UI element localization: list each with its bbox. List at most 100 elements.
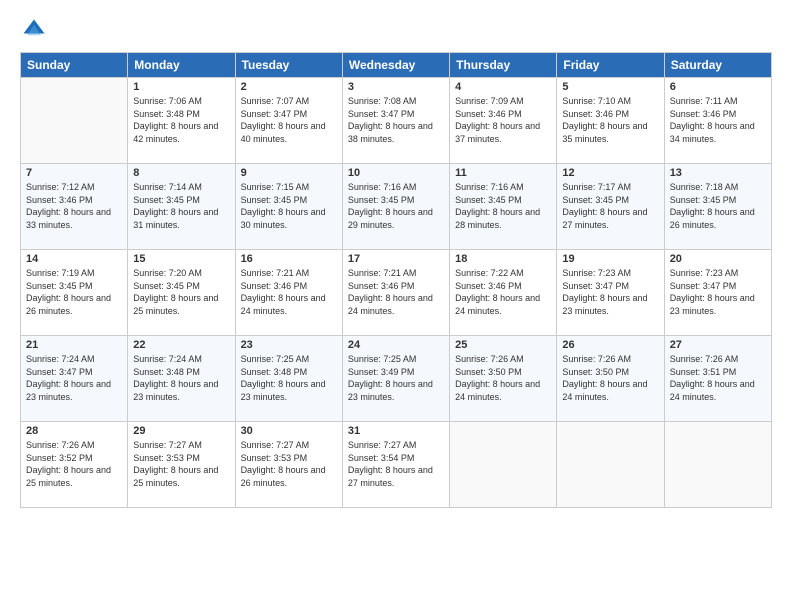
- day-number: 2: [241, 81, 337, 93]
- day-info: Sunrise: 7:21 AM Sunset: 3:46 PM Dayligh…: [348, 267, 444, 317]
- day-number: 27: [670, 339, 766, 351]
- day-info: Sunrise: 7:12 AM Sunset: 3:46 PM Dayligh…: [26, 181, 122, 231]
- day-info: Sunrise: 7:18 AM Sunset: 3:45 PM Dayligh…: [670, 181, 766, 231]
- calendar-day-cell: 14Sunrise: 7:19 AM Sunset: 3:45 PM Dayli…: [21, 250, 128, 336]
- day-number: 24: [348, 339, 444, 351]
- calendar-day-cell: 4 Sunrise: 7:09 AM Sunset: 3:46 PM Daylig…: [450, 78, 557, 164]
- logo: [20, 16, 52, 44]
- calendar-day-cell: 10 Sunrise: 7:16 AM Sunset: 3:45 PM Dayli…: [342, 164, 449, 250]
- logo-icon: [20, 16, 48, 44]
- calendar-day-cell: 18 Sunrise: 7:22 AM Sunset: 3:46 PM Dayli…: [450, 250, 557, 336]
- day-info: Sunrise: 7:07 AM Sunset: 3:47 PM Dayligh…: [241, 95, 337, 145]
- calendar-day-cell: 30 Sunrise: 7:27 AM Sunset: 3:53 PM Dayli…: [235, 422, 342, 508]
- calendar-day-cell: 3 Sunrise: 7:08 AM Sunset: 3:47 PM Daylig…: [342, 78, 449, 164]
- day-info: Sunrise: 7:09 AM Sunset: 3:46 PM Dayligh…: [455, 95, 551, 145]
- day-info: Sunrise: 7:16 AM Sunset: 3:45 PM Dayligh…: [348, 181, 444, 231]
- day-info: Sunrise: 7:26 AM Sunset: 3:50 PM Dayligh…: [562, 353, 658, 403]
- day-info: Sunrise: 7:25 AM Sunset: 3:48 PM Dayligh…: [241, 353, 337, 403]
- day-number: 15: [133, 253, 229, 265]
- calendar-day-cell: 2 Sunrise: 7:07 AM Sunset: 3:47 PM Daylig…: [235, 78, 342, 164]
- calendar-day-cell: 17 Sunrise: 7:21 AM Sunset: 3:46 PM Dayli…: [342, 250, 449, 336]
- day-info: Sunrise: 7:11 AM Sunset: 3:46 PM Dayligh…: [670, 95, 766, 145]
- calendar-day-cell: [664, 422, 771, 508]
- calendar-day-cell: 15 Sunrise: 7:20 AM Sunset: 3:45 PM Dayli…: [128, 250, 235, 336]
- day-number: 6: [670, 81, 766, 93]
- calendar-week-row: 1 Sunrise: 7:06 AM Sunset: 3:48 PM Daylig…: [21, 78, 772, 164]
- weekday-header: Monday: [128, 53, 235, 78]
- day-number: 9: [241, 167, 337, 179]
- weekday-header: Thursday: [450, 53, 557, 78]
- day-info: Sunrise: 7:19 AM Sunset: 3:45 PM Dayligh…: [26, 267, 122, 317]
- calendar-day-cell: 19 Sunrise: 7:23 AM Sunset: 3:47 PM Dayli…: [557, 250, 664, 336]
- day-number: 19: [562, 253, 658, 265]
- header: [20, 16, 772, 44]
- day-number: 11: [455, 167, 551, 179]
- calendar-week-row: 7Sunrise: 7:12 AM Sunset: 3:46 PM Daylig…: [21, 164, 772, 250]
- day-info: Sunrise: 7:27 AM Sunset: 3:54 PM Dayligh…: [348, 439, 444, 489]
- day-info: Sunrise: 7:23 AM Sunset: 3:47 PM Dayligh…: [562, 267, 658, 317]
- calendar-day-cell: 9 Sunrise: 7:15 AM Sunset: 3:45 PM Daylig…: [235, 164, 342, 250]
- day-number: 18: [455, 253, 551, 265]
- calendar-day-cell: [450, 422, 557, 508]
- day-number: 22: [133, 339, 229, 351]
- day-number: 25: [455, 339, 551, 351]
- calendar-day-cell: 1 Sunrise: 7:06 AM Sunset: 3:48 PM Daylig…: [128, 78, 235, 164]
- day-number: 17: [348, 253, 444, 265]
- day-info: Sunrise: 7:24 AM Sunset: 3:47 PM Dayligh…: [26, 353, 122, 403]
- day-info: Sunrise: 7:20 AM Sunset: 3:45 PM Dayligh…: [133, 267, 229, 317]
- page: SundayMondayTuesdayWednesdayThursdayFrid…: [0, 0, 792, 612]
- calendar-day-cell: 7Sunrise: 7:12 AM Sunset: 3:46 PM Daylig…: [21, 164, 128, 250]
- day-info: Sunrise: 7:24 AM Sunset: 3:48 PM Dayligh…: [133, 353, 229, 403]
- calendar-day-cell: 6 Sunrise: 7:11 AM Sunset: 3:46 PM Daylig…: [664, 78, 771, 164]
- calendar-table: SundayMondayTuesdayWednesdayThursdayFrid…: [20, 52, 772, 508]
- day-number: 4: [455, 81, 551, 93]
- day-info: Sunrise: 7:10 AM Sunset: 3:46 PM Dayligh…: [562, 95, 658, 145]
- day-info: Sunrise: 7:26 AM Sunset: 3:52 PM Dayligh…: [26, 439, 122, 489]
- day-number: 26: [562, 339, 658, 351]
- day-number: 28: [26, 425, 122, 437]
- day-number: 30: [241, 425, 337, 437]
- calendar-day-cell: 25 Sunrise: 7:26 AM Sunset: 3:50 PM Dayli…: [450, 336, 557, 422]
- calendar-day-cell: 5Sunrise: 7:10 AM Sunset: 3:46 PM Daylig…: [557, 78, 664, 164]
- calendar-week-row: 14Sunrise: 7:19 AM Sunset: 3:45 PM Dayli…: [21, 250, 772, 336]
- calendar-day-cell: 31Sunrise: 7:27 AM Sunset: 3:54 PM Dayli…: [342, 422, 449, 508]
- calendar-day-cell: [21, 78, 128, 164]
- day-info: Sunrise: 7:27 AM Sunset: 3:53 PM Dayligh…: [133, 439, 229, 489]
- calendar-day-cell: 21 Sunrise: 7:24 AM Sunset: 3:47 PM Dayli…: [21, 336, 128, 422]
- calendar-header-row: SundayMondayTuesdayWednesdayThursdayFrid…: [21, 53, 772, 78]
- day-number: 1: [133, 81, 229, 93]
- calendar-week-row: 28 Sunrise: 7:26 AM Sunset: 3:52 PM Dayli…: [21, 422, 772, 508]
- calendar-day-cell: 8 Sunrise: 7:14 AM Sunset: 3:45 PM Daylig…: [128, 164, 235, 250]
- day-number: 21: [26, 339, 122, 351]
- weekday-header: Friday: [557, 53, 664, 78]
- day-number: 3: [348, 81, 444, 93]
- day-number: 13: [670, 167, 766, 179]
- calendar-day-cell: 13 Sunrise: 7:18 AM Sunset: 3:45 PM Dayli…: [664, 164, 771, 250]
- day-info: Sunrise: 7:23 AM Sunset: 3:47 PM Dayligh…: [670, 267, 766, 317]
- day-info: Sunrise: 7:16 AM Sunset: 3:45 PM Dayligh…: [455, 181, 551, 231]
- day-number: 20: [670, 253, 766, 265]
- calendar-day-cell: 23 Sunrise: 7:25 AM Sunset: 3:48 PM Dayli…: [235, 336, 342, 422]
- calendar-day-cell: 16Sunrise: 7:21 AM Sunset: 3:46 PM Dayli…: [235, 250, 342, 336]
- day-number: 12: [562, 167, 658, 179]
- calendar-day-cell: 20 Sunrise: 7:23 AM Sunset: 3:47 PM Dayli…: [664, 250, 771, 336]
- day-number: 16: [241, 253, 337, 265]
- day-number: 8: [133, 167, 229, 179]
- calendar-week-row: 21 Sunrise: 7:24 AM Sunset: 3:47 PM Dayli…: [21, 336, 772, 422]
- day-info: Sunrise: 7:26 AM Sunset: 3:50 PM Dayligh…: [455, 353, 551, 403]
- day-info: Sunrise: 7:22 AM Sunset: 3:46 PM Dayligh…: [455, 267, 551, 317]
- weekday-header: Sunday: [21, 53, 128, 78]
- day-number: 29: [133, 425, 229, 437]
- day-info: Sunrise: 7:06 AM Sunset: 3:48 PM Dayligh…: [133, 95, 229, 145]
- weekday-header: Wednesday: [342, 53, 449, 78]
- day-info: Sunrise: 7:27 AM Sunset: 3:53 PM Dayligh…: [241, 439, 337, 489]
- day-info: Sunrise: 7:25 AM Sunset: 3:49 PM Dayligh…: [348, 353, 444, 403]
- calendar-day-cell: 22 Sunrise: 7:24 AM Sunset: 3:48 PM Dayli…: [128, 336, 235, 422]
- day-number: 10: [348, 167, 444, 179]
- day-info: Sunrise: 7:26 AM Sunset: 3:51 PM Dayligh…: [670, 353, 766, 403]
- day-info: Sunrise: 7:14 AM Sunset: 3:45 PM Dayligh…: [133, 181, 229, 231]
- day-info: Sunrise: 7:08 AM Sunset: 3:47 PM Dayligh…: [348, 95, 444, 145]
- day-number: 23: [241, 339, 337, 351]
- day-info: Sunrise: 7:15 AM Sunset: 3:45 PM Dayligh…: [241, 181, 337, 231]
- calendar-day-cell: [557, 422, 664, 508]
